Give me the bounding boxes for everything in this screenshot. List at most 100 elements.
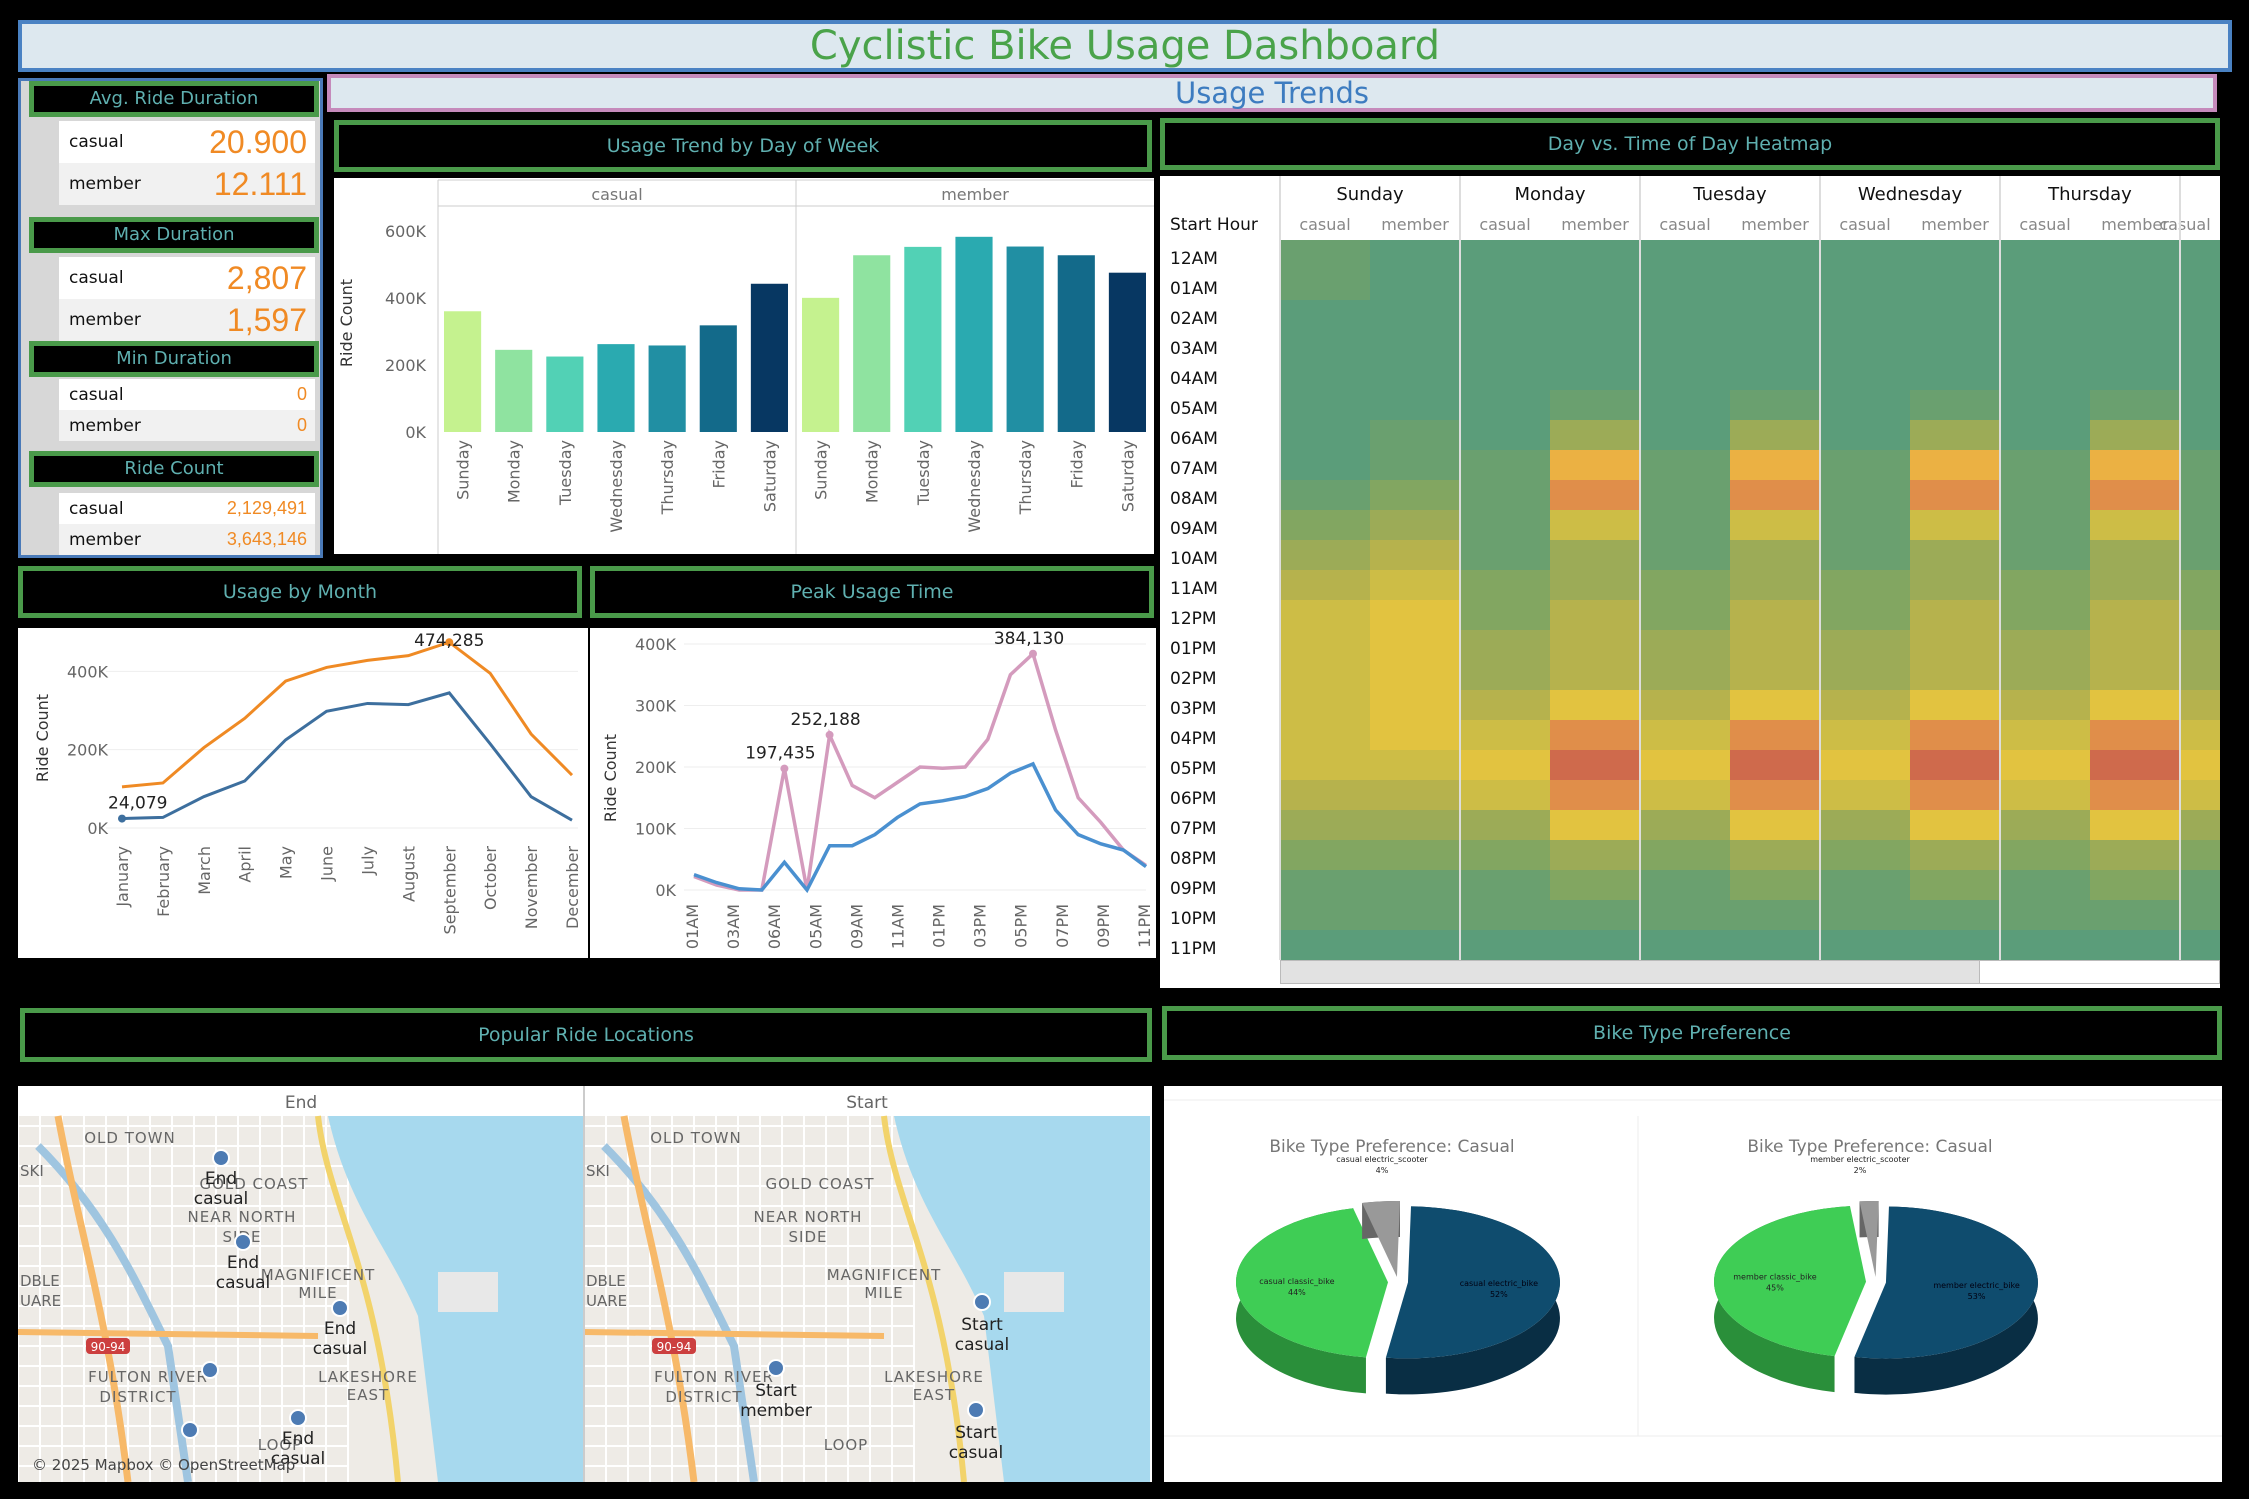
x-tick-label: Monday	[505, 440, 524, 503]
heatmap-scrollbar[interactable]	[1280, 960, 2220, 984]
heat-cell	[1280, 240, 1370, 270]
kpi-label: casual	[69, 132, 124, 152]
heat-cell	[1460, 510, 1550, 540]
heat-cell	[1730, 540, 1820, 570]
maps-panel: End OLD TOWN GOLD COAST NEAR NORTH SIDE MAGNI…	[17, 1086, 1152, 1483]
bar-member-tuesday	[904, 246, 942, 432]
max-duration-card: casual 2,807 member 1,597	[59, 257, 315, 341]
heat-cell	[1460, 780, 1550, 810]
x-tick-label: 09PM	[1094, 904, 1113, 948]
heat-cell	[2000, 720, 2090, 750]
y-tick-label: 400K	[67, 662, 109, 681]
heat-cell	[1640, 450, 1730, 480]
heat-cell	[1460, 750, 1550, 780]
heat-cell	[1460, 810, 1550, 840]
heat-cell	[1640, 360, 1730, 390]
x-tick-label: 09AM	[847, 904, 866, 949]
heat-cell	[1910, 540, 2000, 570]
kpi-label: member	[69, 415, 141, 436]
day-header: Sunday	[1336, 184, 1404, 205]
heat-cell	[2180, 720, 2224, 750]
heat-cell	[1550, 240, 1640, 270]
heat-cell	[1550, 300, 1640, 330]
x-tick-label: Wednesday	[965, 440, 984, 533]
heat-cell	[1550, 750, 1640, 780]
x-tick-label: August	[399, 846, 418, 902]
pie-slice-pct: 45%	[1766, 1283, 1784, 1292]
bar-casual-monday	[495, 349, 533, 432]
bar-member-sunday	[802, 297, 840, 432]
heat-cell	[1640, 540, 1730, 570]
heat-cell	[1550, 780, 1640, 810]
heat-cell	[2090, 870, 2180, 900]
heat-cell	[2090, 480, 2180, 510]
bar-member-friday	[1057, 255, 1095, 432]
heat-cell	[1910, 930, 2000, 960]
heat-cell	[1910, 720, 2000, 750]
scrollbar-thumb[interactable]	[1979, 961, 2219, 983]
heat-cell	[1640, 720, 1730, 750]
y-tick-label: 0K	[405, 423, 426, 442]
panel-label: member	[941, 185, 1009, 204]
row-label: 05AM	[1170, 399, 1218, 419]
district-label: DISTRICT	[665, 1388, 742, 1406]
highway	[583, 1329, 885, 1339]
row-label: 04AM	[1170, 369, 1218, 389]
peak-svg: 0K 100K 200K 300K 400K Ride Count 384,130 252,1…	[601, 629, 1154, 949]
heat-cell	[1550, 600, 1640, 630]
kpi-label: member	[69, 174, 141, 194]
district-label: DBLE	[20, 1272, 60, 1290]
row-label: 06PM	[1170, 789, 1217, 809]
maps-svg[interactable]: End OLD TOWN GOLD COAST NEAR NORTH SIDE MAGNI…	[17, 1086, 1152, 1483]
row-header: Start Hour	[1170, 215, 1258, 235]
y-tick-label: 200K	[385, 356, 427, 375]
heat-cell	[2000, 300, 2090, 330]
heat-cell	[1730, 270, 1820, 300]
marker-label: casual	[955, 1335, 1010, 1355]
heat-cell	[1550, 810, 1640, 840]
min-member-value: 0	[296, 415, 307, 435]
pie-title: Bike Type Preference: Casual	[1747, 1137, 1992, 1157]
heat-cell	[1550, 360, 1640, 390]
day-header: Wednesday	[1858, 184, 1963, 205]
pie-slice-label: member classic_bike	[1733, 1272, 1816, 1281]
x-tick-label: Sunday	[812, 440, 831, 500]
highway	[17, 1329, 319, 1339]
heat-cell	[1460, 540, 1550, 570]
heat-cell	[2180, 240, 2224, 270]
heat-cell	[1370, 240, 1460, 270]
heat-cell	[2000, 810, 2090, 840]
x-tick-label: January	[113, 846, 132, 908]
heat-cell	[2180, 330, 2224, 360]
heat-cell	[1910, 450, 2000, 480]
x-tick-label: 11AM	[888, 904, 907, 949]
heat-cell	[1280, 930, 1370, 960]
heat-cell	[1370, 720, 1460, 750]
heat-cell	[2180, 480, 2224, 510]
x-tick-label: 01PM	[930, 904, 949, 948]
bar-member-wednesday	[955, 236, 993, 432]
heat-cell	[1910, 270, 2000, 300]
x-tick-label: March	[195, 846, 214, 895]
marker-label: member	[740, 1401, 812, 1421]
heat-cell	[1280, 540, 1370, 570]
y-tick-label: 0K	[87, 819, 108, 838]
district-label: FULTON RIVER	[88, 1368, 208, 1386]
heat-cell	[1640, 750, 1730, 780]
heat-cell	[1910, 870, 2000, 900]
x-tick-label: October	[481, 846, 500, 910]
heat-cell	[2090, 930, 2180, 960]
x-tick-label: Friday	[1067, 440, 1086, 489]
x-tick-label: Tuesday	[914, 440, 933, 506]
row-label: 11PM	[1170, 939, 1217, 959]
heat-cell	[2090, 660, 2180, 690]
heat-cell	[2000, 870, 2090, 900]
min-duration-header: Min Duration	[29, 341, 319, 377]
heat-cell	[2090, 600, 2180, 630]
heat-cell	[2090, 570, 2180, 600]
x-tick-label: 11PM	[1135, 904, 1154, 948]
heat-cell	[1460, 660, 1550, 690]
heat-cell	[2180, 420, 2224, 450]
heat-cell	[1370, 600, 1460, 630]
heat-cell	[2180, 900, 2224, 930]
